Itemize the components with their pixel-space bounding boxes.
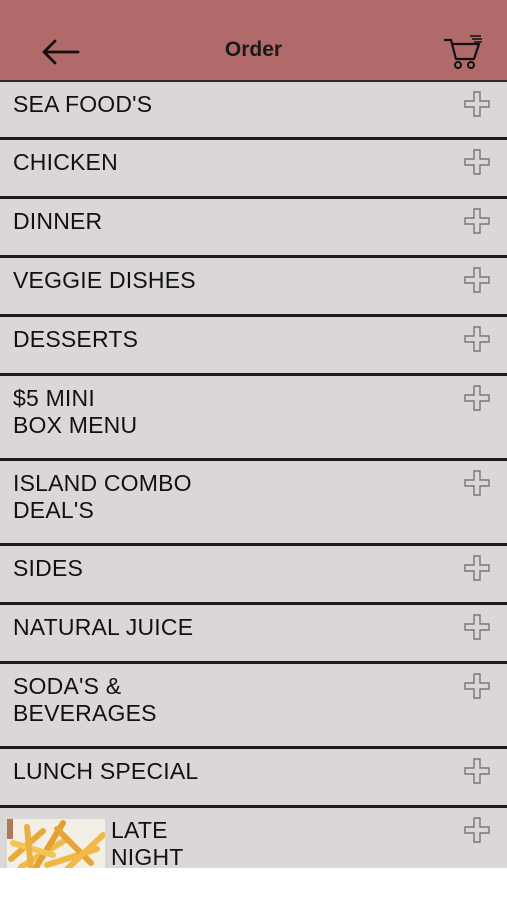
menu-item-label: VEGGIE DISHES: [13, 267, 196, 293]
plus-icon[interactable]: [463, 384, 491, 412]
menu-item-lunch-special[interactable]: LUNCH SPECIAL: [0, 749, 507, 808]
plus-icon[interactable]: [463, 816, 491, 844]
menu-item-label: LUNCH SPECIAL: [13, 758, 199, 784]
plus-icon[interactable]: [463, 613, 491, 641]
menu-item-veggie-dishes[interactable]: VEGGIE DISHES: [0, 258, 507, 317]
plus-icon[interactable]: [463, 554, 491, 582]
menu-category-list[interactable]: SEA FOOD'S CHICKEN DINNER VEGGIE DISHES …: [0, 82, 507, 868]
menu-item-sodas-beverages[interactable]: SODA'S & BEVERAGES: [0, 664, 507, 749]
plus-icon[interactable]: [463, 148, 491, 176]
plus-icon[interactable]: [463, 266, 491, 294]
page-title: Order: [224, 38, 283, 61]
menu-item-sides[interactable]: SIDES: [0, 546, 507, 605]
menu-item-label: DESSERTS: [13, 326, 139, 352]
shopping-cart-icon: [444, 35, 482, 69]
plus-icon[interactable]: [463, 757, 491, 785]
menu-item-label: LATE NIGHT: [111, 817, 184, 868]
menu-item-chicken[interactable]: CHICKEN: [0, 140, 507, 199]
plus-icon[interactable]: [463, 90, 491, 118]
menu-item-natural-juice[interactable]: NATURAL JUICE: [0, 605, 507, 664]
menu-item-dinner[interactable]: DINNER: [0, 199, 507, 258]
plus-icon[interactable]: [463, 469, 491, 497]
menu-item-label: CHICKEN: [13, 149, 118, 175]
menu-item-label: SIDES: [13, 555, 84, 581]
plus-icon[interactable]: [463, 672, 491, 700]
plus-icon[interactable]: [463, 207, 491, 235]
menu-item-label: DINNER: [13, 208, 103, 234]
menu-item-late-night[interactable]: LATE NIGHT: [0, 808, 507, 868]
menu-item-label: NATURAL JUICE: [13, 614, 194, 640]
menu-item-label: $5 MINI BOX MENU: [13, 385, 138, 438]
menu-item-desserts[interactable]: DESSERTS: [0, 317, 507, 376]
cart-button[interactable]: [440, 32, 486, 72]
fries-image: [7, 819, 105, 868]
plus-icon[interactable]: [463, 325, 491, 353]
menu-item-label: ISLAND COMBO DEAL'S: [13, 470, 192, 523]
fries-icon: [7, 819, 105, 868]
menu-item-label: SEA FOOD'S: [13, 91, 153, 117]
menu-item-mini-box-menu[interactable]: $5 MINI BOX MENU: [0, 376, 507, 461]
menu-item-sea-foods[interactable]: SEA FOOD'S: [0, 82, 507, 140]
app-header: Order: [0, 0, 507, 82]
menu-item-label: SODA'S & BEVERAGES: [13, 673, 157, 726]
menu-item-island-combo-deals[interactable]: ISLAND COMBO DEAL'S: [0, 461, 507, 546]
